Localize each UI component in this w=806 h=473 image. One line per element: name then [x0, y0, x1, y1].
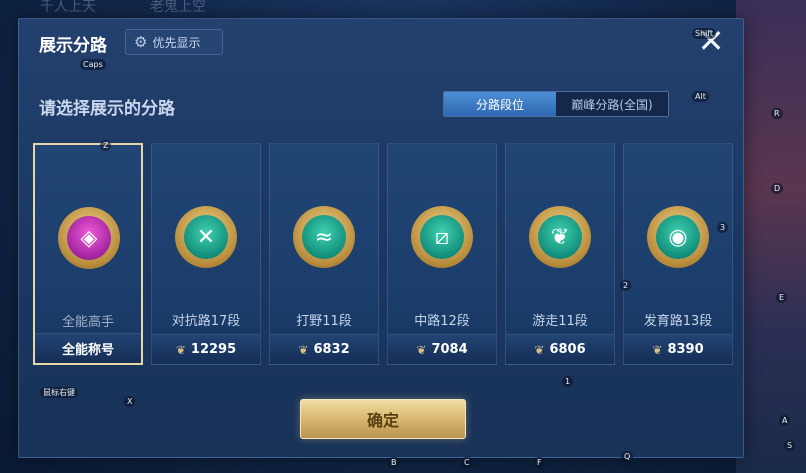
lane-card-value-text: 7084: [431, 342, 468, 357]
peak-wing-icon: ❦: [416, 342, 427, 357]
lane-card-jungle[interactable]: ≈ 打野11段 ❦ 6832: [269, 143, 379, 365]
key-hint-d: D: [771, 183, 784, 194]
lane-card-clash[interactable]: ✕ 对抗路17段 ❦ 12295: [151, 143, 261, 365]
tab-lane-rank[interactable]: 分路段位: [444, 92, 556, 116]
select-lane-prompt: 请选择展示的分路: [39, 99, 175, 119]
peak-wing-icon: ❦: [652, 342, 663, 357]
lane-card-mid[interactable]: ⧄ 中路12段 ❦ 7084: [387, 143, 497, 365]
key-hint-shift: Shift: [692, 28, 717, 39]
lane-card-farm[interactable]: ◉ 发育路13段 ❦ 8390: [623, 143, 733, 365]
all-round-emblem-icon: ◈: [58, 207, 120, 269]
key-hint-right-click: 鼠标右键: [40, 387, 78, 398]
priority-display-button[interactable]: ⚙ 优先显示: [125, 29, 223, 55]
lane-card-value: 全能称号: [35, 333, 141, 363]
background-left-decoration: [0, 120, 18, 420]
key-hint-2: 2: [620, 280, 632, 291]
key-hint-1: 1: [562, 376, 574, 387]
peak-wing-icon: ❦: [534, 342, 545, 357]
lane-card-value: ❦ 6806: [506, 334, 614, 364]
lane-card-value-text: 6832: [313, 342, 350, 357]
lane-card-label: 游走11段: [532, 314, 588, 329]
tab-peak-lane-national[interactable]: 巅峰分路(全国): [556, 92, 668, 116]
peak-wing-icon: ❦: [175, 342, 186, 357]
roam-emblem-icon: ❦: [529, 206, 591, 268]
lane-card-label: 打野11段: [296, 314, 352, 329]
mid-lane-emblem-icon: ⧄: [411, 206, 473, 268]
lane-card-value: ❦ 7084: [388, 334, 496, 364]
lane-card-label: 全能高手: [61, 315, 114, 330]
lane-card-value: ❦ 8390: [624, 334, 732, 364]
confirm-button[interactable]: 确定: [300, 399, 466, 439]
key-hint-r: R: [771, 108, 783, 119]
background-tab: 老鬼上空: [150, 0, 206, 15]
key-hint-caps: Caps: [80, 59, 106, 70]
key-hint-3: 3: [717, 222, 729, 233]
key-hint-s: S: [784, 440, 796, 451]
lane-card-value-text: 8390: [667, 342, 704, 357]
lane-card-value: ❦ 6832: [270, 334, 378, 364]
key-hint-c: C: [461, 457, 473, 468]
key-hint-f: F: [534, 457, 545, 468]
lane-card-value-text: 12295: [190, 342, 237, 357]
farm-lane-emblem-icon: ◉: [647, 206, 709, 268]
background-hero-art: [736, 0, 806, 473]
lane-card-list: ◈ 全能高手 全能称号 ✕ 对抗路17段 ❦ 12295 ≈ 打野11段 ❦ 6…: [33, 143, 735, 365]
dialog-title: 展示分路: [39, 36, 107, 56]
background-top-bar: 千人上天 老鬼上空: [0, 0, 806, 18]
jungle-emblem-icon: ≈: [293, 206, 355, 268]
key-hint-alt: Alt: [692, 91, 709, 102]
key-hint-e: E: [776, 292, 788, 303]
lane-card-label: 发育路13段: [643, 314, 713, 329]
lane-card-value: ❦ 12295: [152, 334, 260, 364]
lane-card-value-text: 全能称号: [61, 343, 114, 358]
gear-icon: ⚙: [134, 33, 148, 51]
lane-card-label: 中路12段: [414, 314, 470, 329]
lane-card-value-text: 6806: [549, 342, 586, 357]
priority-display-label: 优先显示: [152, 35, 201, 50]
lane-display-dialog: 展示分路 ⚙ 优先显示 ✕ 请选择展示的分路 分路段位 巅峰分路(全国) ◈ 全…: [18, 18, 744, 458]
clash-lane-emblem-icon: ✕: [175, 206, 237, 268]
lane-card-label: 对抗路17段: [171, 314, 241, 329]
key-hint-b: B: [388, 457, 400, 468]
key-hint-q: Q: [621, 451, 634, 462]
peak-wing-icon: ❦: [298, 342, 309, 357]
lane-mode-tabs: 分路段位 巅峰分路(全国): [443, 91, 669, 117]
background-tab: 千人上天: [40, 0, 96, 15]
lane-card-all-round[interactable]: ◈ 全能高手 全能称号: [33, 143, 143, 365]
lane-card-roam[interactable]: ❦ 游走11段 ❦ 6806: [505, 143, 615, 365]
